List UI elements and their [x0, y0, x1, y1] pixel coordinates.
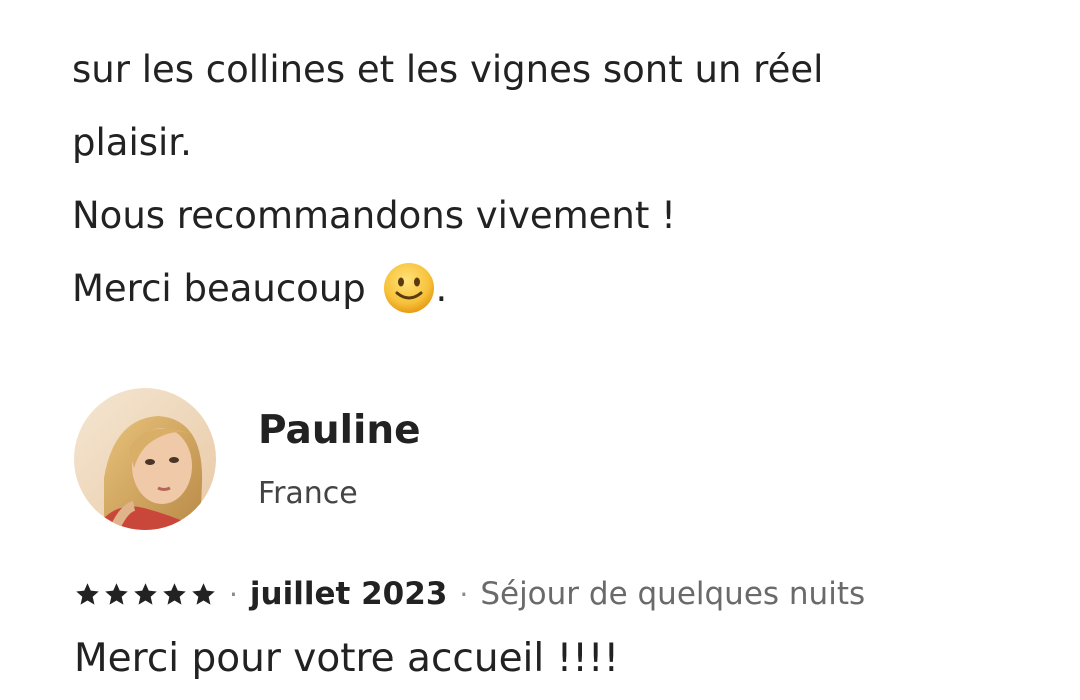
star-icon: [163, 582, 186, 605]
review-date: juillet 2023: [249, 576, 448, 612]
previous-review-line-last: Merci beaucoup .: [72, 252, 1032, 325]
previous-review-line: Nous recommandons vivement !: [72, 194, 676, 237]
previous-review-line-text: Merci beaucoup: [72, 267, 366, 310]
meta-separator: ·: [459, 577, 469, 611]
review-text: Merci pour votre accueil !!!!: [74, 636, 620, 681]
previous-review-closing-punctuation: .: [435, 267, 448, 310]
stay-type: Séjour de quelques nuits: [480, 576, 866, 612]
slightly-smiling-face-emoji-icon: [383, 263, 434, 313]
previous-review: sur les collines et les vignes sont un r…: [72, 0, 1032, 325]
avatar[interactable]: [74, 388, 216, 530]
meta-separator: ·: [229, 577, 238, 611]
star-icon: [192, 582, 215, 605]
reviewer-name[interactable]: Pauline: [258, 408, 421, 453]
star-rating: [74, 581, 217, 608]
reviews-page: sur les collines et les vignes sont un r…: [0, 0, 1080, 700]
reviewer-photo-icon: [74, 388, 216, 530]
star-icon: [134, 582, 157, 605]
star-icon: [76, 582, 99, 605]
previous-review-line: plaisir.: [72, 121, 192, 164]
previous-review-line: [72, 0, 1032, 33]
reviewer-country: France: [258, 476, 358, 511]
previous-review-line: sur les collines et les vignes sont un r…: [72, 48, 824, 91]
review-meta: · juillet 2023 · Séjour de quelques nuit…: [74, 574, 865, 614]
star-icon: [105, 582, 128, 605]
